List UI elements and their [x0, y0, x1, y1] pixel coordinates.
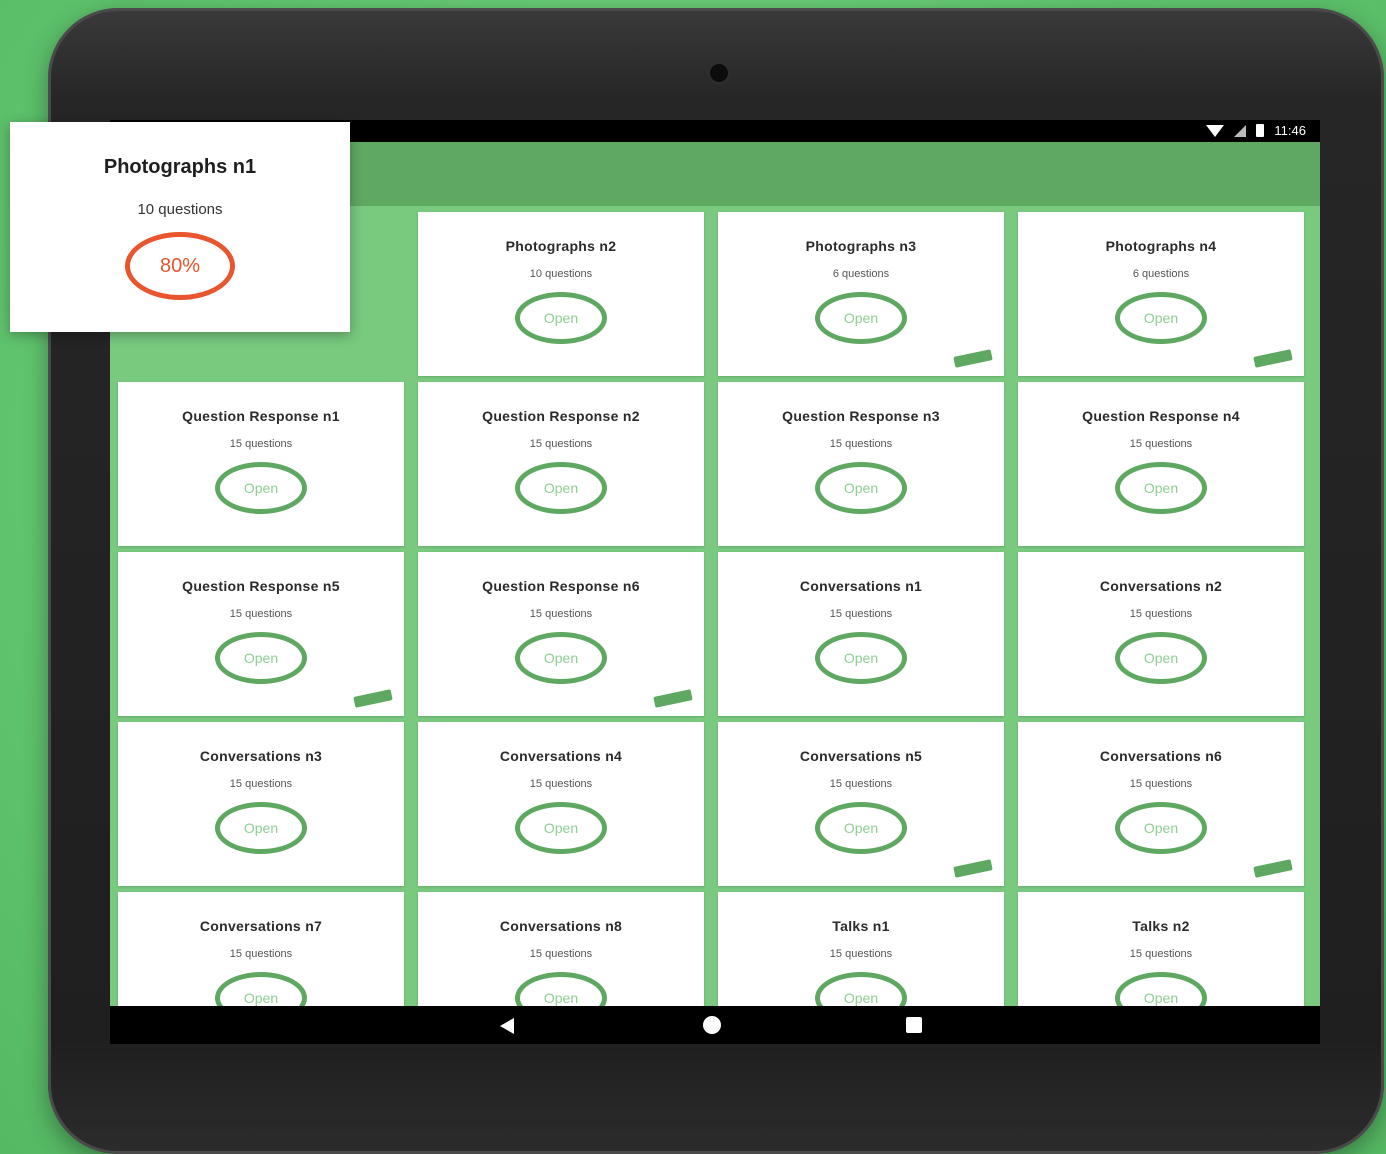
card-title: Question Response n6 [482, 578, 640, 594]
open-button[interactable]: Open [215, 462, 307, 514]
new-badge-icon [653, 689, 693, 708]
progress-ring[interactable]: 80% [125, 232, 235, 300]
camera-icon [710, 64, 728, 82]
navigation-bar [110, 1006, 1320, 1044]
card-question-count: 10 questions [529, 268, 593, 280]
card-title: Photographs n4 [1105, 238, 1217, 254]
open-button[interactable]: Open [1115, 292, 1207, 344]
card-question-count: 15 questions [229, 948, 293, 960]
open-button[interactable]: Open [1115, 632, 1207, 684]
home-icon[interactable] [703, 1016, 721, 1034]
open-button[interactable]: Open [515, 462, 607, 514]
card-title: Question Response n2 [482, 408, 640, 424]
status-icons: 11:46 [1206, 123, 1306, 138]
card-title: Question Response n1 [182, 408, 340, 424]
new-badge-icon [953, 349, 993, 368]
test-card[interactable]: Question Response n5 15 questions Open [118, 552, 404, 716]
open-button[interactable]: Open [1115, 462, 1207, 514]
test-card[interactable]: Conversations n1 15 questions Open [718, 552, 1004, 716]
test-card[interactable]: Question Response n2 15 questions Open [418, 382, 704, 546]
back-icon[interactable] [500, 1018, 514, 1034]
open-button[interactable]: Open [215, 802, 307, 854]
new-badge-icon [1253, 349, 1293, 368]
signal-icon [1234, 124, 1247, 137]
card-question-count: 15 questions [1129, 948, 1193, 960]
open-button[interactable]: Open [815, 972, 907, 1006]
card-title: Question Response n3 [782, 408, 940, 424]
card-question-count: 6 questions [1132, 268, 1190, 280]
card-question-count: 15 questions [829, 778, 893, 790]
open-button[interactable]: Open [815, 632, 907, 684]
card-question-count: 15 questions [529, 778, 593, 790]
card-title: Conversations n6 [1099, 748, 1223, 764]
recents-icon[interactable] [906, 1017, 922, 1033]
card-question-count: 15 questions [229, 438, 293, 450]
test-card[interactable]: Conversations n2 15 questions Open [1018, 552, 1304, 716]
new-badge-icon [1253, 859, 1293, 878]
battery-icon [1256, 124, 1265, 137]
test-card[interactable]: Photographs n4 6 questions Open [1018, 212, 1304, 376]
test-card[interactable]: Photographs n2 10 questions Open [418, 212, 704, 376]
test-card[interactable]: Conversations n8 15 questions Open [418, 892, 704, 1006]
card-title: Photographs n2 [505, 238, 617, 254]
test-card[interactable]: Talks n2 15 questions Open [1018, 892, 1304, 1006]
card-title: Conversations n8 [499, 918, 623, 934]
test-card[interactable]: Question Response n3 15 questions Open [718, 382, 1004, 546]
card-title: Conversations n5 [799, 748, 923, 764]
open-button[interactable]: Open [515, 802, 607, 854]
open-button[interactable]: Open [215, 972, 307, 1006]
card-title: Question Response n4 [1082, 408, 1240, 424]
card-question-count: 15 questions [829, 948, 893, 960]
test-card[interactable]: Photographs n3 6 questions Open [718, 212, 1004, 376]
open-button[interactable]: Open [515, 632, 607, 684]
card-title: Conversations n7 [199, 918, 323, 934]
test-card[interactable]: Question Response n6 15 questions Open [418, 552, 704, 716]
card-question-count: 15 questions [529, 438, 593, 450]
test-card[interactable]: Conversations n7 15 questions Open [118, 892, 404, 1006]
card-title: Conversations n1 [799, 578, 923, 594]
test-card[interactable]: Question Response n1 15 questions Open [118, 382, 404, 546]
card-question-count: 6 questions [832, 268, 890, 280]
test-card[interactable]: Talks n1 15 questions Open [718, 892, 1004, 1006]
popup-question-count: 10 questions [137, 201, 223, 218]
card-title: Conversations n3 [199, 748, 323, 764]
card-title: Photographs n3 [805, 238, 917, 254]
open-button[interactable]: Open [815, 292, 907, 344]
test-card[interactable]: Conversations n4 15 questions Open [418, 722, 704, 886]
card-question-count: 15 questions [829, 608, 893, 620]
card-question-count: 15 questions [1129, 778, 1193, 790]
card-question-count: 15 questions [829, 438, 893, 450]
test-card[interactable]: Conversations n5 15 questions Open [718, 722, 1004, 886]
open-button[interactable]: Open [815, 462, 907, 514]
status-time: 11:46 [1274, 123, 1306, 138]
card-question-count: 15 questions [1129, 438, 1193, 450]
card-title: Talks n1 [832, 918, 890, 934]
progress-text: 80% [159, 254, 201, 277]
open-button[interactable]: Open [515, 972, 607, 1006]
card-title: Conversations n4 [499, 748, 623, 764]
test-card[interactable]: Question Response n4 15 questions Open [1018, 382, 1304, 546]
card-question-count: 15 questions [229, 608, 293, 620]
open-button[interactable]: Open [1115, 802, 1207, 854]
new-badge-icon [353, 689, 393, 708]
card-title: Talks n2 [1132, 918, 1190, 934]
card-question-count: 15 questions [529, 608, 593, 620]
open-button[interactable]: Open [515, 292, 607, 344]
card-question-count: 15 questions [529, 948, 593, 960]
test-card[interactable]: Conversations n3 15 questions Open [118, 722, 404, 886]
card-title: Conversations n2 [1099, 578, 1223, 594]
popup-title: Photographs n1 [103, 156, 257, 178]
card-question-count: 15 questions [229, 778, 293, 790]
expanded-card-photographs-n1[interactable]: Photographs n1 10 questions 80% [10, 122, 350, 332]
open-button[interactable]: Open [815, 802, 907, 854]
card-title: Question Response n5 [182, 578, 340, 594]
card-question-count: 15 questions [1129, 608, 1193, 620]
wifi-icon [1206, 124, 1225, 137]
new-badge-icon [953, 859, 993, 878]
open-button[interactable]: Open [1115, 972, 1207, 1006]
test-card[interactable]: Conversations n6 15 questions Open [1018, 722, 1304, 886]
open-button[interactable]: Open [215, 632, 307, 684]
